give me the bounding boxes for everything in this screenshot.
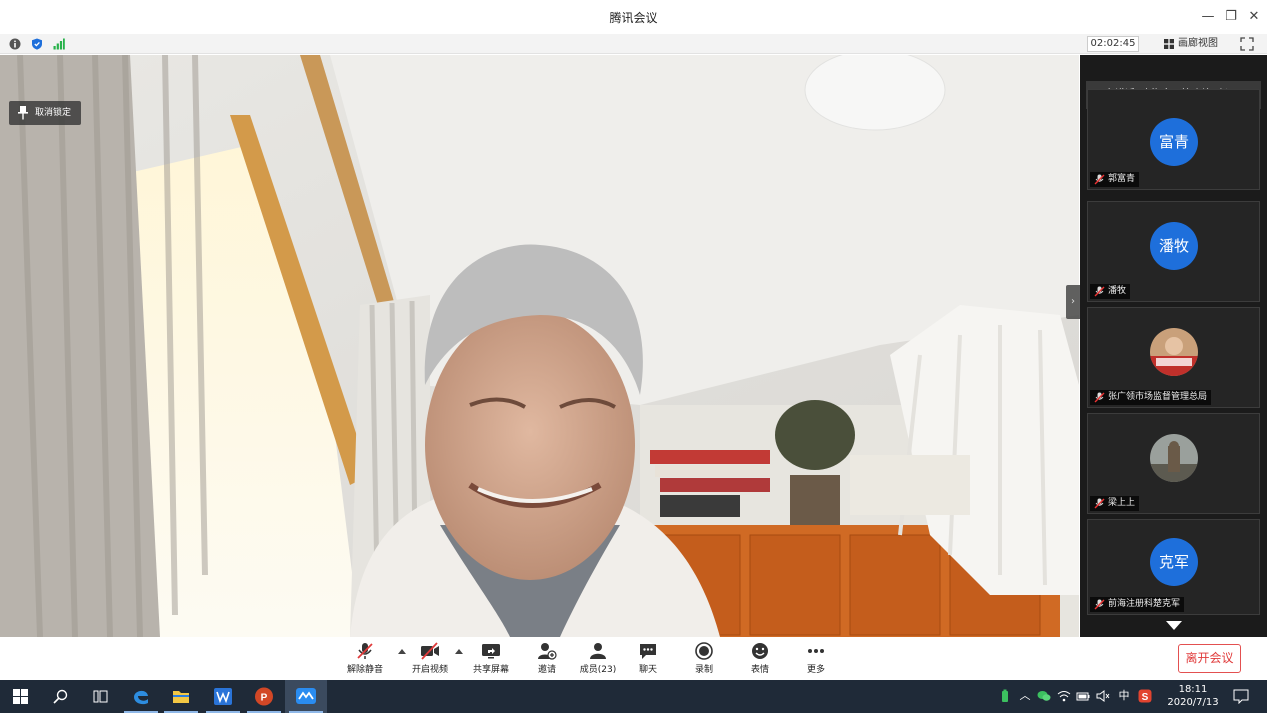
gallery-view-button[interactable]: 画廊视图	[1156, 36, 1226, 52]
avatar: 潘牧	[1150, 222, 1198, 270]
file-explorer-icon[interactable]	[160, 680, 202, 713]
members-icon	[590, 643, 606, 659]
members-button[interactable]: 成员(23)	[573, 642, 623, 678]
muted-mic-icon	[1094, 174, 1105, 185]
clock-time: 18:11	[1178, 684, 1208, 695]
task-view-icon[interactable]	[80, 680, 122, 713]
edge-icon[interactable]	[120, 680, 162, 713]
participants-panel: 正在讲话: 南海白云管晓峰; 赵... 富青 郭富青 潘牧 潘牧 张广领市场监督…	[1080, 55, 1267, 637]
volume-muted-icon[interactable]	[1096, 689, 1110, 703]
participant-name: 郭富青	[1090, 172, 1140, 187]
participant-tile[interactable]: 潘牧 潘牧	[1087, 201, 1260, 302]
more-icon	[808, 649, 824, 653]
pin-icon	[18, 106, 28, 120]
battery-icon[interactable]	[1076, 689, 1090, 703]
participant-name: 梁上上	[1090, 496, 1140, 511]
shield-icon[interactable]	[31, 38, 43, 50]
sogou-input-icon[interactable]: S	[1138, 689, 1152, 703]
start-video-button[interactable]: 开启视频	[405, 642, 455, 678]
scroll-down-icon[interactable]	[1166, 621, 1182, 630]
meeting-timer: 02:02:45	[1087, 36, 1139, 52]
show-hidden-icons[interactable]: ︿	[1018, 689, 1032, 703]
share-screen-button[interactable]: 共享屏幕	[466, 642, 516, 678]
avatar: 克军	[1150, 538, 1198, 586]
search-icon[interactable]	[40, 680, 82, 713]
avatar	[1150, 434, 1198, 482]
participant-name: 潘牧	[1090, 284, 1131, 299]
main-video-feed: 取消锁定	[0, 55, 1079, 637]
battery-charger-icon[interactable]	[998, 689, 1012, 703]
window-title: 腾讯会议	[609, 11, 658, 25]
collapse-panel-button[interactable]: ›	[1066, 285, 1080, 319]
participant-name: 张广领市场监督管理总局	[1090, 390, 1212, 405]
muted-mic-icon	[1094, 599, 1105, 610]
info-icon[interactable]	[9, 38, 21, 50]
minimize-button[interactable]: —	[1199, 8, 1217, 26]
record-icon	[695, 642, 713, 660]
tencent-meeting-icon[interactable]	[285, 680, 327, 713]
gallery-view-label: 画廊视图	[1178, 38, 1218, 49]
avatar: 富青	[1150, 118, 1198, 166]
emoji-button[interactable]: 表情	[735, 642, 785, 678]
video-options-caret[interactable]	[455, 649, 463, 654]
record-button[interactable]: 录制	[679, 642, 729, 678]
participant-tile[interactable]: 梁上上	[1087, 413, 1260, 514]
emoji-icon	[752, 643, 768, 659]
add-user-icon	[538, 643, 557, 660]
leave-meeting-button[interactable]: 离开会议	[1178, 644, 1241, 673]
muted-mic-icon	[1094, 392, 1105, 403]
more-button[interactable]: 更多	[791, 642, 841, 678]
unlock-label: 取消锁定	[35, 108, 72, 118]
participant-tile[interactable]: 富青 郭富青	[1087, 89, 1260, 190]
share-screen-icon	[482, 644, 500, 659]
participant-tile[interactable]: 张广领市场监督管理总局	[1087, 307, 1260, 408]
restore-button[interactable]: ❐	[1222, 8, 1240, 26]
clock-date: 2020/7/13	[1167, 697, 1219, 708]
wps-icon[interactable]	[202, 680, 244, 713]
title-bar: 腾讯会议 — ❐ ✕	[0, 0, 1267, 34]
participant-name: 前海注册科楚克军	[1090, 597, 1185, 612]
ime-indicator[interactable]: 中	[1117, 689, 1131, 703]
muted-mic-icon	[1094, 286, 1105, 297]
participant-tile[interactable]: 克军 前海注册科楚克军	[1087, 519, 1260, 615]
windows-start-icon[interactable]	[0, 680, 42, 713]
svg-text:S: S	[1142, 692, 1149, 703]
muted-mic-icon	[1094, 498, 1105, 509]
wifi-icon[interactable]	[1057, 689, 1071, 703]
meeting-status-bar: 02:02:45 画廊视图	[0, 34, 1267, 54]
video-frame-image	[0, 55, 1079, 637]
unmute-button[interactable]: 解除静音	[340, 642, 390, 678]
svg-text:P: P	[261, 693, 268, 704]
fullscreen-icon[interactable]	[1240, 37, 1254, 51]
chat-button[interactable]: 聊天	[623, 642, 673, 678]
notification-center-icon[interactable]	[1233, 689, 1249, 704]
system-clock[interactable]: 18:11 2020/7/13	[1162, 683, 1224, 709]
windows-taskbar: P ︿ 中 S 18:11 2020/7/13	[0, 680, 1267, 713]
wechat-icon[interactable]	[1037, 689, 1051, 703]
chat-icon	[640, 644, 656, 659]
invite-button[interactable]: 邀请	[522, 642, 572, 678]
avatar	[1150, 328, 1198, 376]
close-button[interactable]: ✕	[1245, 8, 1263, 26]
muted-mic-icon	[357, 643, 373, 659]
meeting-toolbar: 解除静音 开启视频 共享屏幕 邀请 成员(23) 聊天 录制 表情 更多 离开会…	[0, 637, 1267, 680]
unlock-pin-button[interactable]: 取消锁定	[9, 101, 81, 125]
powerpoint-icon[interactable]: P	[243, 680, 285, 713]
video-off-icon	[421, 642, 439, 660]
signal-icon[interactable]	[53, 38, 65, 50]
grid-icon	[1164, 39, 1174, 49]
